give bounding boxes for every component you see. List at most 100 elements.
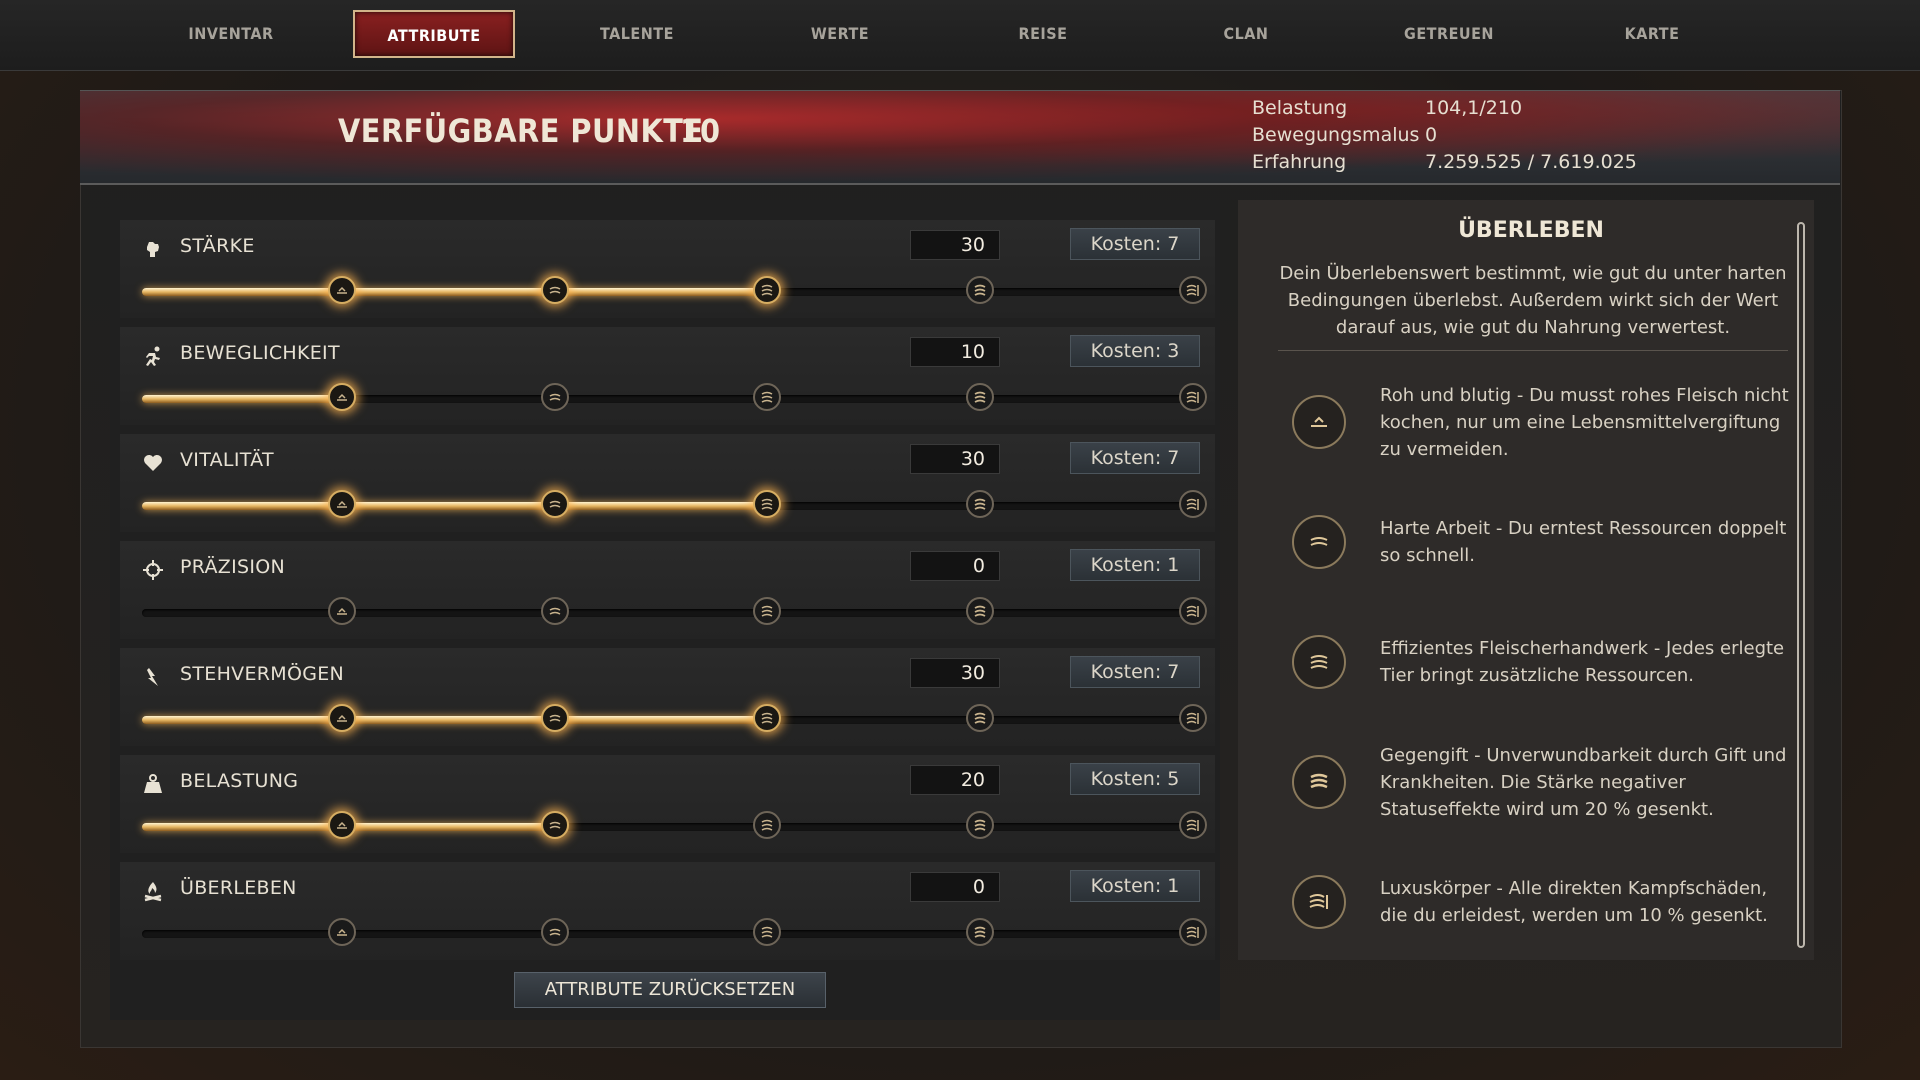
tier-node-1-icon[interactable] (328, 918, 356, 946)
perk-text: Luxuskörper - Alle direkten Kampfschäden… (1380, 878, 1768, 926)
perk-text: Harte Arbeit - Du erntest Ressourcen dop… (1380, 518, 1787, 566)
tier-node-1-icon[interactable] (328, 597, 356, 625)
tab-talente[interactable]: TALENTE (556, 10, 718, 58)
tier-node-3-icon[interactable] (753, 490, 781, 518)
tier-node-1-icon[interactable] (328, 276, 356, 304)
tier-node-5-icon[interactable] (1179, 597, 1207, 625)
tab-inventar[interactable]: INVENTAR (150, 10, 312, 58)
attribute-slider[interactable] (142, 490, 1207, 518)
tier-node-1-icon[interactable] (328, 383, 356, 411)
attribute-row-stehvermoegen: STEHVERMÖGEN 30 Kosten: 7 (120, 648, 1215, 746)
tier-node-2-icon[interactable] (541, 704, 569, 732)
stat-label-erfahrung: Erfahrung (1252, 151, 1347, 173)
tier-node-5-icon[interactable] (1179, 918, 1207, 946)
fist-icon (142, 238, 164, 260)
attribute-cost-button[interactable]: Kosten: 1 (1070, 870, 1200, 902)
tier-node-5-icon[interactable] (1179, 490, 1207, 518)
stat-label-bewegungsmalus: Bewegungsmalus (1252, 124, 1420, 146)
attribute-slider[interactable] (142, 383, 1207, 411)
available-points-value: 10 (680, 112, 721, 150)
tier-node-1-icon[interactable] (328, 704, 356, 732)
tier-node-3-icon[interactable] (753, 704, 781, 732)
stat-value-erfahrung: 7.259.525 / 7.619.025 (1425, 151, 1637, 173)
tier-node-3-icon[interactable] (753, 383, 781, 411)
available-points-label: VERFÜGBARE PUNKTE (338, 112, 704, 150)
attribute-cost-button[interactable]: Kosten: 5 (1070, 763, 1200, 795)
reset-attributes-button[interactable]: ATTRIBUTE ZURÜCKSETZEN (514, 972, 826, 1008)
tier-node-2-icon[interactable] (541, 918, 569, 946)
attribute-value: 0 (910, 551, 1000, 581)
tier-node-5-icon[interactable] (1179, 383, 1207, 411)
attribute-name: ÜBERLEBEN (180, 877, 297, 899)
attribute-value: 10 (910, 337, 1000, 367)
slider-fill (142, 502, 767, 510)
tier-node-1-icon[interactable] (328, 490, 356, 518)
attribute-slider[interactable] (142, 704, 1207, 732)
attribute-cost-button[interactable]: Kosten: 7 (1070, 442, 1200, 474)
campfire-icon (142, 880, 164, 902)
attribute-value: 0 (910, 872, 1000, 902)
stat-value-belastung: 104,1/210 (1425, 97, 1523, 119)
tier-node-4-icon[interactable] (966, 918, 994, 946)
tier-node-2-icon[interactable] (541, 597, 569, 625)
attribute-cost-button[interactable]: Kosten: 7 (1070, 228, 1200, 260)
crosshair-icon (142, 559, 164, 581)
tier-node-4-icon[interactable] (966, 490, 994, 518)
stat-label-belastung: Belastung (1252, 97, 1348, 119)
tier-node-2-icon[interactable] (541, 276, 569, 304)
tier-node-2-icon[interactable] (541, 811, 569, 839)
attribute-cost-button[interactable]: Kosten: 7 (1070, 656, 1200, 688)
slider-fill (142, 395, 342, 403)
tier-node-5-icon[interactable] (1179, 811, 1207, 839)
attribute-value: 20 (910, 765, 1000, 795)
tab-getreuen[interactable]: GETREUEN (1368, 10, 1530, 58)
attribute-name: STEHVERMÖGEN (180, 663, 345, 685)
attribute-row-ueberleben: ÜBERLEBEN 0 Kosten: 1 (120, 862, 1215, 960)
slider-fill (142, 288, 767, 296)
tier-node-2-icon[interactable] (541, 383, 569, 411)
attribute-value: 30 (910, 444, 1000, 474)
tab-clan[interactable]: CLAN (1165, 10, 1327, 58)
attribute-cost-button[interactable]: Kosten: 1 (1070, 549, 1200, 581)
tier-node-4-icon[interactable] (966, 276, 994, 304)
attribute-cost-button[interactable]: Kosten: 3 (1070, 335, 1200, 367)
tier-node-2-icon[interactable] (541, 490, 569, 518)
tab-attribute[interactable]: ATTRIBUTE (353, 10, 515, 58)
attribute-name: PRÄZISION (180, 556, 286, 578)
stat-value-bewegungsmalus: 0 (1425, 124, 1438, 146)
tier-node-4-icon[interactable] (966, 811, 994, 839)
tier-node-3-icon[interactable] (753, 276, 781, 304)
tier-node-4-icon[interactable] (966, 383, 994, 411)
attribute-row-staerke: STÄRKE 30 Kosten: 7 (120, 220, 1215, 318)
info-scrollbar[interactable] (1797, 222, 1805, 948)
attribute-name: STÄRKE (180, 235, 255, 257)
attribute-row-praezision: PRÄZISION 0 Kosten: 1 (120, 541, 1215, 639)
attribute-slider[interactable] (142, 918, 1207, 946)
running-man-icon (142, 345, 164, 367)
attribute-name: VITALITÄT (180, 449, 274, 471)
attribute-name: BELASTUNG (180, 770, 299, 792)
attribute-slider[interactable] (142, 276, 1207, 304)
heart-icon (142, 452, 164, 474)
perk-raw-meat-icon (1292, 395, 1346, 449)
tier-node-4-icon[interactable] (966, 704, 994, 732)
perk-antidote-icon (1292, 755, 1346, 809)
perk-luxury-body-icon (1292, 875, 1346, 929)
tier-node-3-icon[interactable] (753, 918, 781, 946)
attribute-row-belastung: BELASTUNG 20 Kosten: 5 (120, 755, 1215, 853)
weight-icon (142, 773, 164, 795)
attribute-slider[interactable] (142, 597, 1207, 625)
tab-reise[interactable]: REISE (962, 10, 1124, 58)
attribute-slider[interactable] (142, 811, 1207, 839)
tier-node-3-icon[interactable] (753, 597, 781, 625)
tier-node-5-icon[interactable] (1179, 704, 1207, 732)
tab-karte[interactable]: KARTE (1571, 10, 1733, 58)
perk-butchery-icon (1292, 635, 1346, 689)
tier-node-3-icon[interactable] (753, 811, 781, 839)
tier-node-4-icon[interactable] (966, 597, 994, 625)
tab-werte[interactable]: WERTE (759, 10, 921, 58)
attribute-value: 30 (910, 230, 1000, 260)
tier-node-5-icon[interactable] (1179, 276, 1207, 304)
perk-text: Gegengift - Unverwundbarkeit durch Gift … (1380, 745, 1787, 820)
tier-node-1-icon[interactable] (328, 811, 356, 839)
